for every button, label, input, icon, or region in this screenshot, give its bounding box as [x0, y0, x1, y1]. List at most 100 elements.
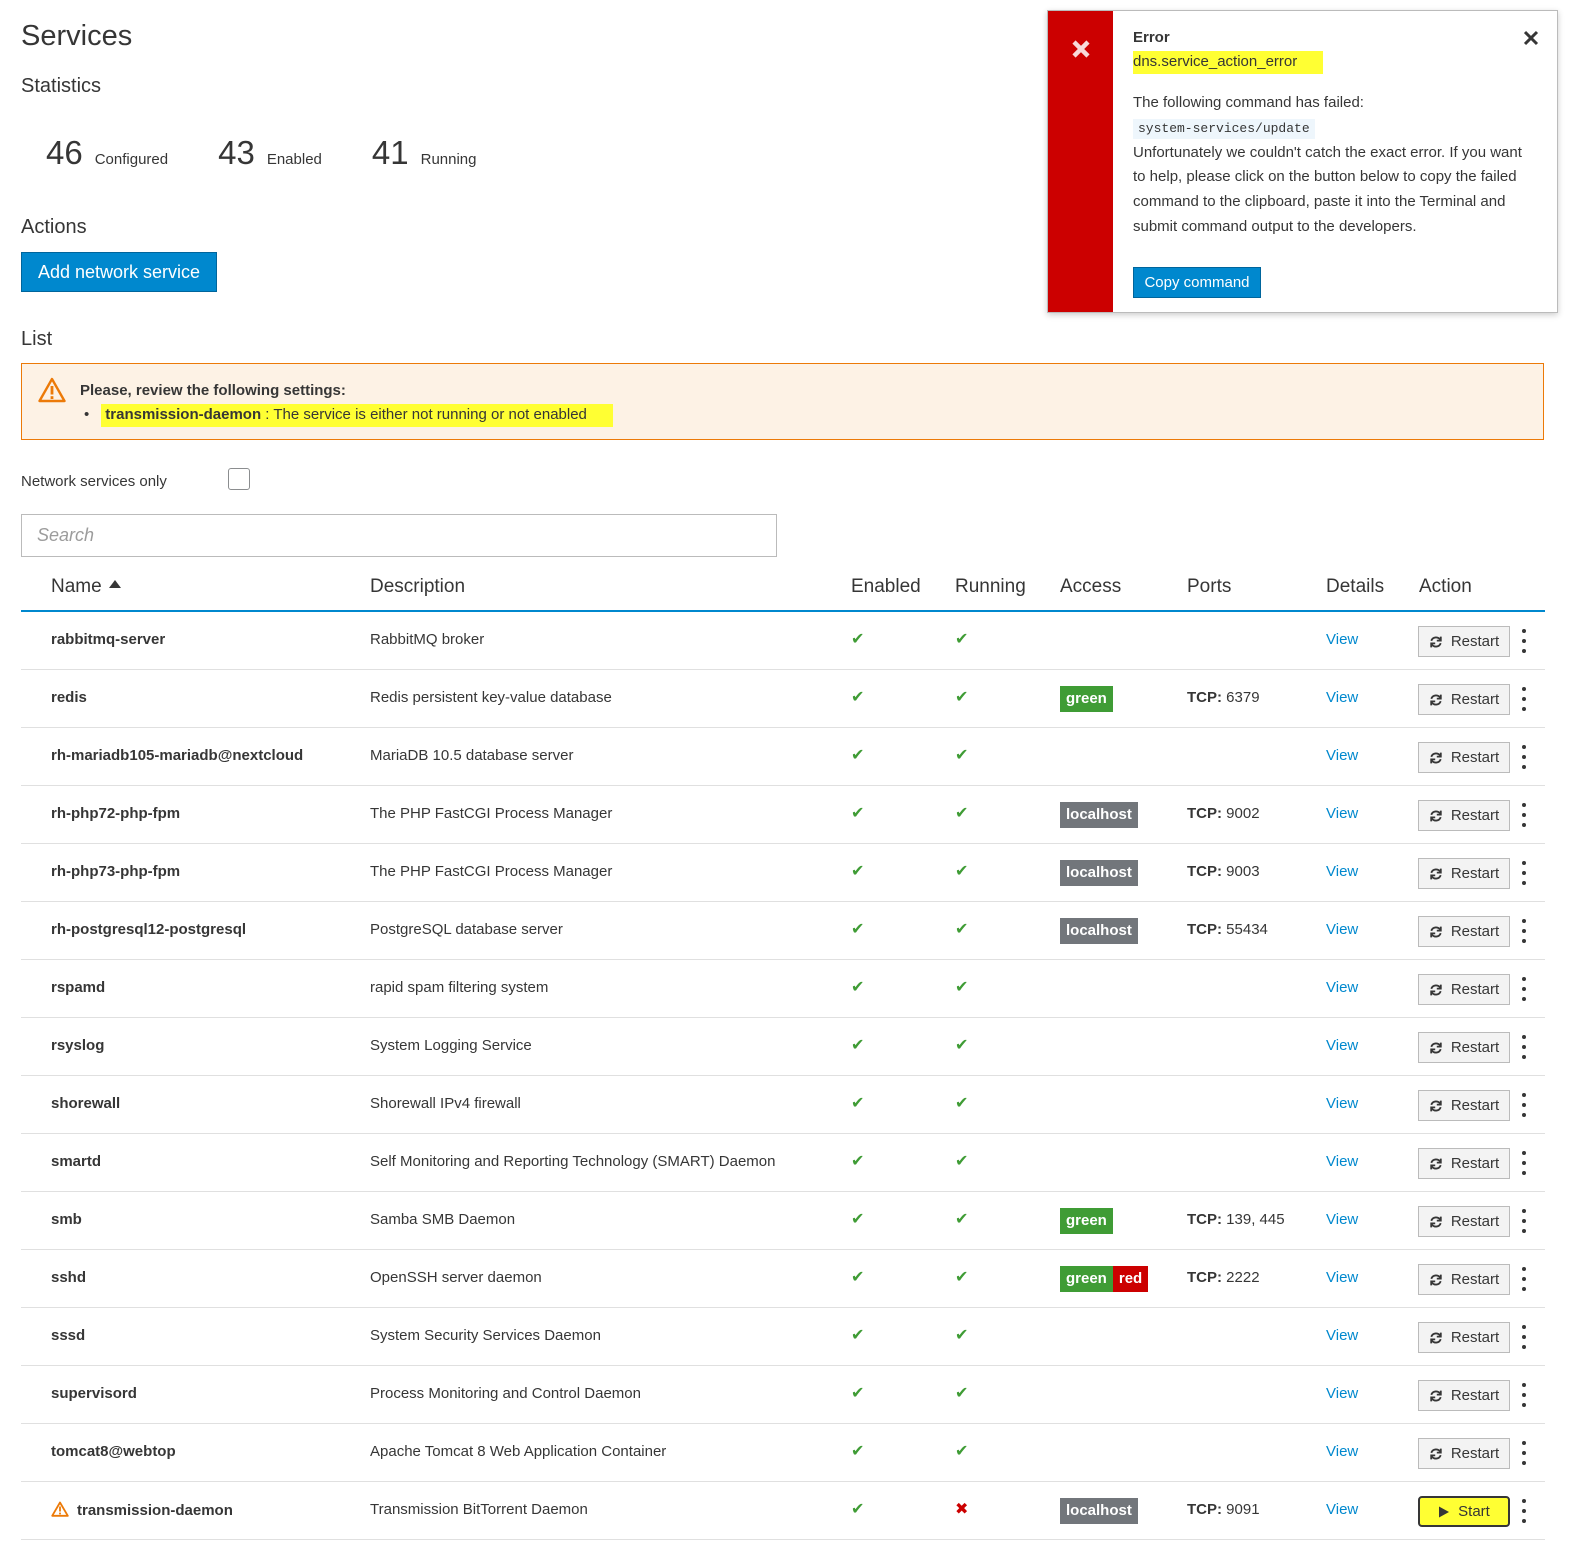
view-details-link[interactable]: View — [1326, 631, 1358, 648]
action-label: Restart — [1450, 749, 1500, 766]
search-input[interactable] — [21, 514, 777, 557]
action-label: Restart — [1450, 1445, 1500, 1462]
check-icon: ✔ — [851, 1269, 865, 1286]
view-details-link[interactable]: View — [1326, 747, 1358, 764]
column-header-ports: Ports — [1187, 576, 1232, 597]
network-services-only-checkbox[interactable] — [228, 468, 250, 490]
toast-intro: The following command has failed: — [1133, 94, 1364, 111]
copy-command-button[interactable]: Copy command — [1133, 267, 1261, 298]
kebab-icon[interactable] — [1518, 1267, 1530, 1291]
service-name: sssd — [51, 1327, 85, 1344]
service-name-text: smb — [51, 1211, 82, 1228]
restart-button[interactable]: Restart — [1418, 1380, 1510, 1411]
network-services-only-label: Network services only — [21, 473, 167, 490]
view-details-link[interactable]: View — [1326, 979, 1358, 996]
restart-button[interactable]: Restart — [1418, 684, 1510, 715]
service-description: Self Monitoring and Reporting Technology… — [370, 1153, 776, 1170]
kebab-icon[interactable] — [1518, 1151, 1530, 1175]
view-details-link[interactable]: View — [1326, 805, 1358, 822]
stat-configured: 46 Configured — [46, 134, 168, 172]
view-details-link[interactable]: View — [1326, 1269, 1358, 1286]
ports-value: 9002 — [1222, 805, 1260, 822]
view-details-link[interactable]: View — [1326, 1037, 1358, 1054]
ports-value: 9003 — [1222, 863, 1260, 880]
check-icon: ✔ — [851, 1385, 865, 1402]
kebab-icon[interactable] — [1518, 687, 1530, 711]
column-header-running: Running — [955, 576, 1026, 597]
close-icon[interactable] — [1522, 29, 1540, 47]
service-description: MariaDB 10.5 database server — [370, 747, 574, 764]
view-details-link[interactable]: View — [1326, 689, 1358, 706]
stat-label: Running — [420, 151, 477, 168]
service-description: System Security Services Daemon — [370, 1327, 601, 1344]
restart-button[interactable]: Restart — [1418, 1032, 1510, 1063]
column-header-enabled: Enabled — [851, 576, 921, 597]
check-icon: ✔ — [955, 689, 969, 706]
refresh-icon — [1430, 1390, 1442, 1401]
service-name: shorewall — [51, 1095, 120, 1112]
view-details-link[interactable]: View — [1326, 1385, 1358, 1402]
check-icon: ✔ — [955, 1153, 969, 1170]
kebab-icon[interactable] — [1518, 1499, 1530, 1523]
view-details-link[interactable]: View — [1326, 1095, 1358, 1112]
kebab-icon[interactable] — [1518, 1209, 1530, 1233]
stat-enabled: 43 Enabled — [218, 134, 322, 172]
kebab-icon[interactable] — [1518, 1093, 1530, 1117]
service-description: The PHP FastCGI Process Manager — [370, 805, 613, 822]
view-details-link[interactable]: View — [1326, 1501, 1358, 1518]
stat-label: Enabled — [266, 151, 322, 168]
service-description: Samba SMB Daemon — [370, 1211, 516, 1228]
kebab-icon[interactable] — [1518, 1035, 1530, 1059]
restart-button[interactable]: Restart — [1418, 1206, 1510, 1237]
service-description: Shorewall IPv4 firewall — [370, 1095, 521, 1112]
check-icon: ✔ — [955, 1269, 969, 1286]
action-label: Restart — [1450, 691, 1500, 708]
page-title: Services — [21, 20, 133, 52]
restart-button[interactable]: Restart — [1418, 1438, 1510, 1469]
column-header-name[interactable]: Name — [51, 576, 121, 598]
view-details-link[interactable]: View — [1326, 1443, 1358, 1460]
restart-button[interactable]: Restart — [1418, 1148, 1510, 1179]
add-network-service-button[interactable]: Add network service — [21, 252, 217, 292]
kebab-icon[interactable] — [1518, 745, 1530, 769]
check-icon: ✔ — [955, 1095, 969, 1112]
view-details-link[interactable]: View — [1326, 1153, 1358, 1170]
restart-button[interactable]: Restart — [1418, 800, 1510, 831]
start-button[interactable]: Start — [1418, 1496, 1510, 1527]
service-description: Apache Tomcat 8 Web Application Containe… — [370, 1443, 667, 1460]
restart-button[interactable]: Restart — [1418, 626, 1510, 657]
check-icon: ✔ — [851, 1443, 865, 1460]
restart-button[interactable]: Restart — [1418, 1322, 1510, 1353]
restart-button[interactable]: Restart — [1418, 916, 1510, 947]
table-row: smartd Self Monitoring and Reporting Tech… — [21, 1134, 1545, 1192]
restart-button[interactable]: Restart — [1418, 1264, 1510, 1295]
service-ports: TCP: 139, 445 — [1187, 1211, 1285, 1228]
kebab-icon[interactable] — [1518, 803, 1530, 827]
view-details-link[interactable]: View — [1326, 863, 1358, 880]
action-label: Restart — [1450, 1039, 1500, 1056]
kebab-icon[interactable] — [1518, 919, 1530, 943]
table-row: rh-postgresql12-postgresql PostgreSQL dat… — [21, 902, 1545, 960]
kebab-icon[interactable] — [1518, 1325, 1530, 1349]
table-row: rsyslog System Logging Service ✔ ✔ View Resta… — [21, 1018, 1545, 1076]
view-details-link[interactable]: View — [1326, 921, 1358, 938]
check-icon: ✔ — [955, 1211, 969, 1228]
kebab-icon[interactable] — [1518, 1441, 1530, 1465]
kebab-icon[interactable] — [1518, 629, 1530, 653]
kebab-icon[interactable] — [1518, 1383, 1530, 1407]
view-details-link[interactable]: View — [1326, 1211, 1358, 1228]
kebab-icon[interactable] — [1518, 861, 1530, 885]
warning-item: • transmission-daemon : The service is ei… — [84, 404, 613, 427]
restart-button[interactable]: Restart — [1418, 974, 1510, 1005]
restart-button[interactable]: Restart — [1418, 1090, 1510, 1121]
stat-value: 43 — [218, 134, 255, 171]
service-ports: TCP: 55434 — [1187, 921, 1268, 938]
restart-button[interactable]: Restart — [1418, 742, 1510, 773]
toast-error-stripe — [1048, 11, 1113, 312]
action-label: Restart — [1450, 1329, 1500, 1346]
error-toast: Error dns.service_action_error The follo… — [1047, 10, 1558, 313]
kebab-icon[interactable] — [1518, 977, 1530, 1001]
refresh-icon — [1430, 694, 1442, 705]
restart-button[interactable]: Restart — [1418, 858, 1510, 889]
view-details-link[interactable]: View — [1326, 1327, 1358, 1344]
